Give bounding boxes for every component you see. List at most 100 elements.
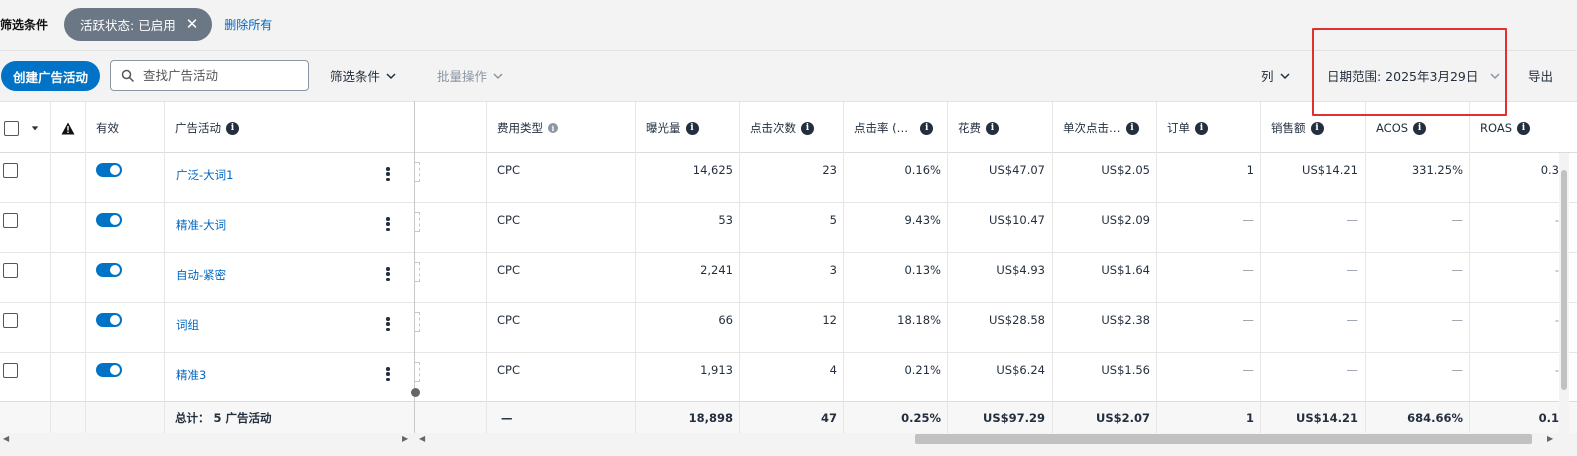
info-icon[interactable]: i bbox=[226, 121, 239, 135]
row-checkbox-box[interactable] bbox=[3, 162, 18, 178]
row-checkbox-box[interactable] bbox=[3, 212, 18, 228]
toggle-switch[interactable] bbox=[96, 363, 122, 377]
header-cost-type[interactable]: 费用类型 i bbox=[487, 102, 635, 154]
select-all[interactable] bbox=[0, 102, 50, 154]
select-all-checkbox[interactable] bbox=[4, 120, 19, 136]
row-checkbox[interactable] bbox=[3, 211, 18, 229]
kebab-menu-icon[interactable] bbox=[386, 266, 390, 282]
status-toggle[interactable] bbox=[96, 212, 122, 228]
info-icon[interactable]: i bbox=[801, 121, 814, 135]
info-icon[interactable]: i bbox=[1413, 121, 1427, 135]
row-checkbox[interactable] bbox=[3, 361, 18, 379]
info-icon[interactable]: i bbox=[548, 123, 558, 133]
kebab-menu-icon[interactable] bbox=[386, 316, 390, 332]
header-campaign[interactable]: 广告活动 i bbox=[165, 102, 414, 154]
table-row: 精准-大词 CPC 53 5 9.43% US$10.47 US$2.09 — — — - bbox=[0, 203, 1577, 253]
chip-label: 活跃状态: 已启用 bbox=[80, 17, 176, 33]
header-clicks[interactable]: 点击次数 i bbox=[740, 102, 843, 154]
campaign-name-link[interactable]: 自动-紧密 bbox=[176, 265, 226, 285]
hidden-column-stub bbox=[415, 262, 420, 282]
columns-dropdown[interactable]: 列 bbox=[1261, 66, 1290, 85]
header-ctr[interactable]: 点击率 (… i bbox=[844, 102, 947, 154]
cell-clicks: 23 bbox=[822, 163, 837, 177]
info-icon[interactable]: i bbox=[685, 121, 699, 135]
cell-spend: US$10.47 bbox=[989, 213, 1045, 227]
filter-dropdown[interactable]: 筛选条件 bbox=[330, 66, 396, 85]
info-icon[interactable]: i bbox=[920, 121, 934, 135]
header-roas[interactable]: ROAS i bbox=[1470, 102, 1560, 154]
header-cpc[interactable]: 单次点击… i bbox=[1053, 102, 1156, 154]
header-impressions[interactable]: 曝光量 i bbox=[636, 102, 739, 154]
search-input[interactable] bbox=[143, 68, 293, 83]
total-orders: 1 bbox=[1245, 411, 1254, 425]
column-divider bbox=[85, 101, 86, 433]
total-label: 总计： 5 广告活动 bbox=[175, 411, 272, 425]
info-icon[interactable]: i bbox=[1125, 121, 1139, 135]
export-button[interactable]: 导出 bbox=[1528, 66, 1553, 85]
status-toggle[interactable] bbox=[96, 262, 122, 278]
vertical-scroll-thumb[interactable] bbox=[1561, 170, 1567, 390]
header-sales[interactable]: 销售额 i bbox=[1261, 102, 1364, 154]
status-toggle[interactable] bbox=[96, 162, 122, 178]
cell-roas: - bbox=[1554, 313, 1559, 327]
remove-all-filters-link[interactable]: 删除所有 bbox=[224, 16, 272, 33]
row-checkbox[interactable] bbox=[3, 261, 18, 279]
cell-cpc: US$1.56 bbox=[1101, 363, 1150, 377]
toggle-switch[interactable] bbox=[96, 313, 122, 327]
campaign-name-link[interactable]: 广泛-大词1 bbox=[176, 165, 233, 185]
row-checkbox-box[interactable] bbox=[3, 312, 18, 328]
create-campaign-button[interactable]: 创建广告活动 bbox=[1, 61, 101, 91]
row-checkbox-box[interactable] bbox=[3, 362, 18, 378]
total-spend: US$97.29 bbox=[983, 411, 1045, 425]
info-icon[interactable]: i bbox=[1310, 121, 1324, 135]
status-toggle[interactable] bbox=[96, 362, 122, 378]
cell-acos: — bbox=[1451, 263, 1464, 277]
bulk-actions-dropdown[interactable]: 批量操作 bbox=[437, 66, 503, 85]
scroll-left-arrow-icon[interactable]: ◀ bbox=[419, 434, 425, 443]
column-divider bbox=[947, 101, 948, 433]
header-orders[interactable]: 订单 i bbox=[1157, 102, 1260, 154]
toggle-switch[interactable] bbox=[96, 263, 122, 277]
column-resize-handle[interactable] bbox=[411, 388, 420, 397]
kebab-menu-icon[interactable] bbox=[386, 366, 390, 382]
column-divider bbox=[164, 101, 165, 433]
cell-acos: — bbox=[1451, 213, 1464, 227]
close-icon[interactable]: ✕ bbox=[186, 15, 199, 33]
row-checkbox-box[interactable] bbox=[3, 262, 18, 278]
campaign-name-link[interactable]: 词组 bbox=[176, 315, 199, 335]
active-filter-chip[interactable]: 活跃状态: 已启用 ✕ bbox=[64, 7, 213, 41]
info-icon[interactable]: i bbox=[986, 121, 999, 135]
chevron-down-icon bbox=[1490, 72, 1500, 79]
cell-cost-type: CPC bbox=[497, 363, 520, 377]
header-spend[interactable]: 花费 i bbox=[948, 102, 1051, 154]
chevron-down-icon[interactable] bbox=[31, 124, 39, 132]
date-range-dropdown[interactable]: 日期范围: 2025年3月29日 bbox=[1327, 66, 1500, 85]
campaign-name-link[interactable]: 精准3 bbox=[176, 365, 206, 385]
row-checkbox[interactable] bbox=[3, 161, 18, 179]
info-icon[interactable]: i bbox=[1195, 121, 1208, 135]
kebab-menu-icon[interactable] bbox=[386, 216, 390, 232]
toggle-switch[interactable] bbox=[96, 163, 122, 177]
search-box[interactable] bbox=[110, 60, 309, 91]
status-toggle[interactable] bbox=[96, 312, 122, 328]
column-divider bbox=[1260, 101, 1261, 433]
warning-icon bbox=[61, 122, 75, 134]
header-label: ACOS bbox=[1376, 121, 1409, 135]
scroll-right-arrow-icon[interactable]: ▶ bbox=[402, 434, 408, 443]
header-acos[interactable]: ACOS i bbox=[1366, 102, 1469, 154]
cell-cpc: US$1.64 bbox=[1101, 263, 1150, 277]
cell-cost-type: CPC bbox=[497, 163, 520, 177]
campaign-name-link[interactable]: 精准-大词 bbox=[176, 215, 226, 235]
toggle-switch[interactable] bbox=[96, 213, 122, 227]
row-checkbox[interactable] bbox=[3, 311, 18, 329]
search-icon bbox=[121, 69, 135, 82]
total-impressions: 18,898 bbox=[688, 411, 733, 425]
kebab-menu-icon[interactable] bbox=[386, 166, 390, 182]
horizontal-scroll-thumb[interactable] bbox=[915, 434, 1532, 444]
frozen-column-separator bbox=[414, 101, 415, 433]
horizontal-scrollbar-left[interactable] bbox=[0, 433, 414, 445]
scroll-left-arrow-icon[interactable]: ◀ bbox=[3, 434, 9, 443]
info-icon[interactable]: i bbox=[1517, 121, 1531, 135]
scroll-right-arrow-icon[interactable]: ▶ bbox=[1547, 434, 1553, 443]
column-divider bbox=[1156, 101, 1157, 433]
